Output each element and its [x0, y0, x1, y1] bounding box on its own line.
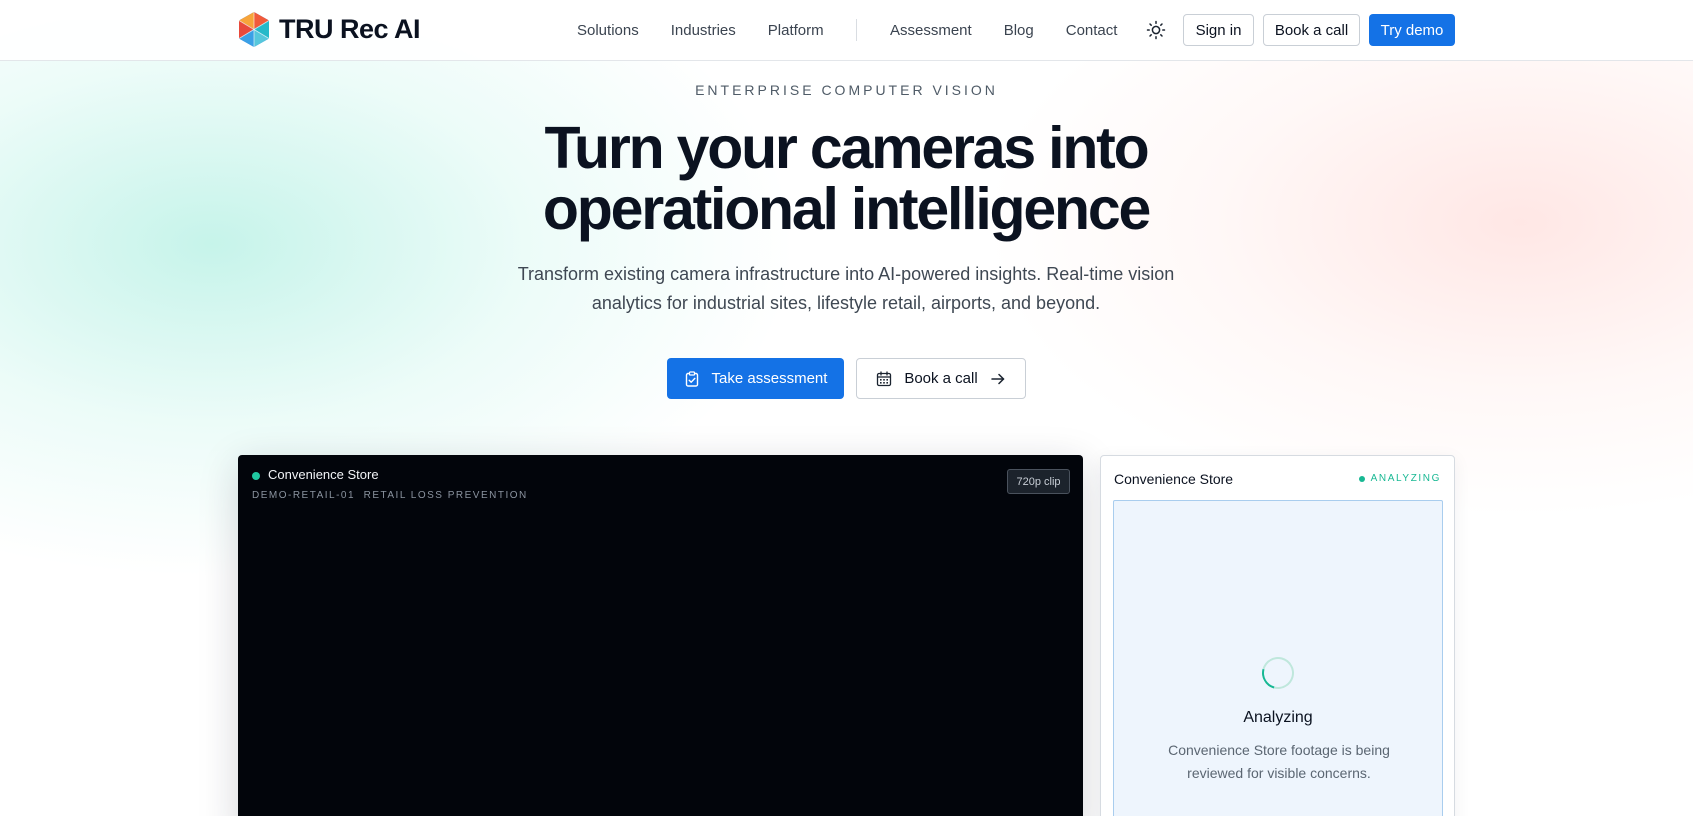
analysis-panel: Analyzing Convenience Store footage is b… [1113, 500, 1443, 816]
analysis-status-label: ANALYZING [1370, 473, 1441, 484]
analysis-status-badge: ANALYZING [1358, 473, 1441, 484]
video-meta: DEMO-RETAIL-01 RETAIL LOSS PREVENTION [252, 490, 528, 501]
hero-title-line-1: Turn your cameras into [544, 115, 1150, 181]
nav-link-platform[interactable]: Platform [768, 22, 824, 39]
status-dot [1358, 475, 1365, 482]
hero-subtitle-line-1: Transform existing camera infrastructure… [517, 264, 1175, 284]
header-book-call-button[interactable]: Book a call [1263, 14, 1360, 46]
analysis-card: Convenience Store ANALYZING Analyzing Co… [1100, 455, 1455, 816]
brand-name: TRU Rec AI [279, 14, 421, 44]
nav-link-blog[interactable]: Blog [1004, 22, 1034, 39]
try-demo-button[interactable]: Try demo [1369, 14, 1455, 46]
analyzing-description: Convenience Store footage is being revie… [1144, 739, 1414, 785]
resolution-badge[interactable]: 720p clip [1007, 469, 1070, 494]
hero-subtitle-line-2: analytics for industrial sites, lifestyl… [591, 293, 1101, 313]
analyzing-heading: Analyzing [1243, 709, 1313, 726]
hero-book-call-label: Book a call [904, 370, 978, 387]
take-assessment-button[interactable]: Take assessment [667, 358, 844, 399]
nav-link-assessment[interactable]: Assessment [890, 22, 972, 39]
clipboard-check-icon [685, 370, 698, 387]
video-title: Convenience Store [268, 467, 379, 482]
live-status-dot [252, 472, 260, 480]
secondary-nav: Assessment Blog Contact [890, 0, 1149, 61]
sun-icon[interactable] [1146, 20, 1166, 40]
sign-in-button[interactable]: Sign in [1183, 14, 1254, 46]
arrow-right-icon [990, 373, 1004, 384]
nav-link-contact[interactable]: Contact [1066, 22, 1118, 39]
brand-logo[interactable]: TRU Rec AI [237, 11, 421, 48]
page: TRU Rec AI Solutions Industries Platform… [0, 0, 1693, 816]
hero-title-line-2: operational intelligence [542, 176, 1151, 242]
take-assessment-label: Take assessment [711, 370, 828, 387]
analyzing-description-line-1: Convenience Store footage is being [1168, 742, 1390, 758]
nav-link-industries[interactable]: Industries [671, 22, 736, 39]
analyzing-description-line-2: reviewed for visible concerns. [1187, 765, 1371, 781]
loading-spinner-icon [1256, 651, 1300, 695]
calendar-icon [877, 370, 892, 386]
hero-book-call-button[interactable]: Book a call [856, 358, 1026, 399]
analysis-card-title: Convenience Store [1114, 471, 1234, 487]
video-player[interactable]: Convenience Store DEMO-RETAIL-01 RETAIL … [238, 455, 1083, 816]
hero-eyebrow: ENTERPRISE COMPUTER VISION [695, 82, 998, 98]
primary-nav: Solutions Industries Platform [577, 0, 856, 61]
hero-title: Turn your cameras into operational intel… [346, 118, 1346, 240]
nav-link-solutions[interactable]: Solutions [577, 22, 639, 39]
nav-divider [856, 19, 857, 41]
site-header: TRU Rec AI Solutions Industries Platform… [0, 0, 1693, 61]
hexagon-logo-icon [238, 12, 270, 47]
hero-subtitle: Transform existing camera infrastructure… [496, 260, 1196, 318]
